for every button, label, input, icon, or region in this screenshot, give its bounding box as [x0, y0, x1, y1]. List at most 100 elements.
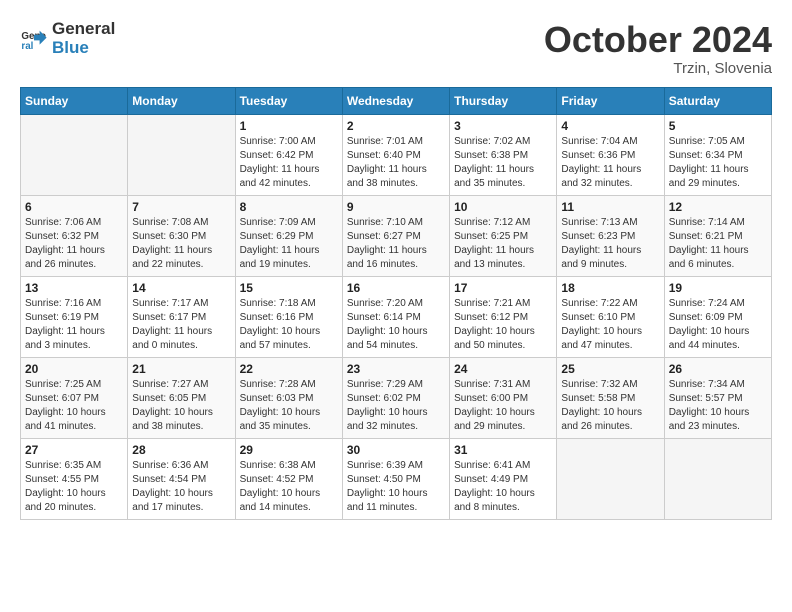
- logo-blue: Blue: [52, 39, 115, 58]
- cell-day-number: 12: [669, 200, 767, 214]
- logo-general: General: [52, 20, 115, 39]
- cell-day-number: 17: [454, 281, 552, 295]
- calendar-week-row: 6 Sunrise: 7:06 AM Sunset: 6:32 PM Daylig…: [21, 195, 772, 276]
- calendar-day-header: Tuesday: [235, 87, 342, 114]
- cell-info-text: Sunrise: 7:08 AM Sunset: 6:30 PM Dayligh…: [132, 216, 230, 272]
- calendar-cell: 21Sunrise: 7:27 AM Sunset: 6:05 PM Dayli…: [128, 357, 235, 438]
- cell-info-text: Sunrise: 7:17 AM Sunset: 6:17 PM Dayligh…: [132, 297, 230, 353]
- cell-info-text: Sunrise: 7:06 AM Sunset: 6:32 PM Dayligh…: [25, 216, 123, 272]
- cell-day-number: 9: [347, 200, 445, 214]
- cell-day-number: 18: [561, 281, 659, 295]
- cell-day-number: 29: [240, 443, 338, 457]
- calendar-cell: 4 Sunrise: 7:04 AM Sunset: 6:36 PM Daylig…: [557, 114, 664, 195]
- calendar-cell: [557, 438, 664, 519]
- cell-info-text: Sunrise: 7:12 AM Sunset: 6:25 PM Dayligh…: [454, 216, 552, 272]
- cell-info-text: Sunrise: 7:32 AM Sunset: 5:58 PM Dayligh…: [561, 378, 659, 434]
- calendar-day-header: Saturday: [664, 87, 771, 114]
- logo: Gene ral General Blue: [20, 20, 115, 57]
- calendar-cell: 26 Sunrise: 7:34 AM Sunset: 5:57 PM Dayli…: [664, 357, 771, 438]
- cell-info-text: Sunrise: 6:36 AM Sunset: 4:54 PM Dayligh…: [132, 459, 230, 515]
- cell-info-text: Sunrise: 7:16 AM Sunset: 6:19 PM Dayligh…: [25, 297, 123, 353]
- cell-info-text: Sunrise: 7:29 AM Sunset: 6:02 PM Dayligh…: [347, 378, 445, 434]
- calendar-cell: 22 Sunrise: 7:28 AM Sunset: 6:03 PM Dayli…: [235, 357, 342, 438]
- cell-day-number: 8: [240, 200, 338, 214]
- cell-day-number: 15: [240, 281, 338, 295]
- calendar-cell: 28 Sunrise: 6:36 AM Sunset: 4:54 PM Dayli…: [128, 438, 235, 519]
- calendar-cell: 19Sunrise: 7:24 AM Sunset: 6:09 PM Dayli…: [664, 276, 771, 357]
- calendar-cell: 15 Sunrise: 7:18 AM Sunset: 6:16 PM Dayli…: [235, 276, 342, 357]
- calendar-week-row: 1 Sunrise: 7:00 AM Sunset: 6:42 PM Daylig…: [21, 114, 772, 195]
- svg-text:ral: ral: [21, 40, 33, 51]
- cell-day-number: 24: [454, 362, 552, 376]
- calendar-cell: 3Sunrise: 7:02 AM Sunset: 6:38 PM Daylig…: [450, 114, 557, 195]
- cell-info-text: Sunrise: 7:28 AM Sunset: 6:03 PM Dayligh…: [240, 378, 338, 434]
- calendar-day-header: Wednesday: [342, 87, 449, 114]
- calendar-cell: 31 Sunrise: 6:41 AM Sunset: 4:49 PM Dayli…: [450, 438, 557, 519]
- cell-info-text: Sunrise: 7:14 AM Sunset: 6:21 PM Dayligh…: [669, 216, 767, 272]
- cell-day-number: 26: [669, 362, 767, 376]
- calendar-cell: 8 Sunrise: 7:09 AM Sunset: 6:29 PM Daylig…: [235, 195, 342, 276]
- cell-info-text: Sunrise: 7:21 AM Sunset: 6:12 PM Dayligh…: [454, 297, 552, 353]
- cell-info-text: Sunrise: 7:02 AM Sunset: 6:38 PM Dayligh…: [454, 135, 552, 191]
- calendar-cell: 29Sunrise: 6:38 AM Sunset: 4:52 PM Dayli…: [235, 438, 342, 519]
- cell-info-text: Sunrise: 6:41 AM Sunset: 4:49 PM Dayligh…: [454, 459, 552, 515]
- cell-day-number: 22: [240, 362, 338, 376]
- calendar-cell: 30 Sunrise: 6:39 AM Sunset: 4:50 PM Dayli…: [342, 438, 449, 519]
- cell-day-number: 25: [561, 362, 659, 376]
- cell-day-number: 4: [561, 119, 659, 133]
- calendar-day-header: Monday: [128, 87, 235, 114]
- calendar-cell: 9Sunrise: 7:10 AM Sunset: 6:27 PM Daylig…: [342, 195, 449, 276]
- calendar-week-row: 20 Sunrise: 7:25 AM Sunset: 6:07 PM Dayli…: [21, 357, 772, 438]
- calendar-cell: 10Sunrise: 7:12 AM Sunset: 6:25 PM Dayli…: [450, 195, 557, 276]
- cell-info-text: Sunrise: 7:20 AM Sunset: 6:14 PM Dayligh…: [347, 297, 445, 353]
- cell-day-number: 23: [347, 362, 445, 376]
- calendar-cell: 20 Sunrise: 7:25 AM Sunset: 6:07 PM Dayli…: [21, 357, 128, 438]
- page-header: Gene ral General Blue October 2024 Trzin…: [20, 20, 772, 77]
- cell-day-number: 16: [347, 281, 445, 295]
- cell-day-number: 31: [454, 443, 552, 457]
- cell-info-text: Sunrise: 7:04 AM Sunset: 6:36 PM Dayligh…: [561, 135, 659, 191]
- calendar-cell: 24 Sunrise: 7:31 AM Sunset: 6:00 PM Dayli…: [450, 357, 557, 438]
- cell-info-text: Sunrise: 7:09 AM Sunset: 6:29 PM Dayligh…: [240, 216, 338, 272]
- cell-day-number: 13: [25, 281, 123, 295]
- calendar-day-header: Sunday: [21, 87, 128, 114]
- calendar-cell: 27Sunrise: 6:35 AM Sunset: 4:55 PM Dayli…: [21, 438, 128, 519]
- calendar-cell: [664, 438, 771, 519]
- calendar-cell: 25 Sunrise: 7:32 AM Sunset: 5:58 PM Dayli…: [557, 357, 664, 438]
- cell-day-number: 20: [25, 362, 123, 376]
- cell-day-number: 21: [132, 362, 230, 376]
- location-subtitle: Trzin, Slovenia: [544, 60, 772, 77]
- calendar-cell: 2 Sunrise: 7:01 AM Sunset: 6:40 PM Daylig…: [342, 114, 449, 195]
- cell-info-text: Sunrise: 7:05 AM Sunset: 6:34 PM Dayligh…: [669, 135, 767, 191]
- cell-info-text: Sunrise: 7:00 AM Sunset: 6:42 PM Dayligh…: [240, 135, 338, 191]
- cell-info-text: Sunrise: 6:39 AM Sunset: 4:50 PM Dayligh…: [347, 459, 445, 515]
- cell-day-number: 6: [25, 200, 123, 214]
- calendar-cell: 18 Sunrise: 7:22 AM Sunset: 6:10 PM Dayli…: [557, 276, 664, 357]
- calendar-cell: 13 Sunrise: 7:16 AM Sunset: 6:19 PM Dayli…: [21, 276, 128, 357]
- cell-info-text: Sunrise: 7:18 AM Sunset: 6:16 PM Dayligh…: [240, 297, 338, 353]
- title-block: October 2024 Trzin, Slovenia: [544, 20, 772, 77]
- calendar-cell: 17 Sunrise: 7:21 AM Sunset: 6:12 PM Dayli…: [450, 276, 557, 357]
- cell-day-number: 28: [132, 443, 230, 457]
- calendar-cell: 12 Sunrise: 7:14 AM Sunset: 6:21 PM Dayli…: [664, 195, 771, 276]
- calendar-week-row: 13 Sunrise: 7:16 AM Sunset: 6:19 PM Dayli…: [21, 276, 772, 357]
- cell-info-text: Sunrise: 7:22 AM Sunset: 6:10 PM Dayligh…: [561, 297, 659, 353]
- cell-day-number: 27: [25, 443, 123, 457]
- cell-info-text: Sunrise: 7:34 AM Sunset: 5:57 PM Dayligh…: [669, 378, 767, 434]
- calendar-header-row: SundayMondayTuesdayWednesdayThursdayFrid…: [21, 87, 772, 114]
- calendar-cell: [128, 114, 235, 195]
- calendar-cell: 14Sunrise: 7:17 AM Sunset: 6:17 PM Dayli…: [128, 276, 235, 357]
- cell-day-number: 7: [132, 200, 230, 214]
- calendar-cell: 23 Sunrise: 7:29 AM Sunset: 6:02 PM Dayli…: [342, 357, 449, 438]
- cell-day-number: 2: [347, 119, 445, 133]
- calendar-day-header: Friday: [557, 87, 664, 114]
- cell-info-text: Sunrise: 7:01 AM Sunset: 6:40 PM Dayligh…: [347, 135, 445, 191]
- calendar-cell: 6 Sunrise: 7:06 AM Sunset: 6:32 PM Daylig…: [21, 195, 128, 276]
- cell-day-number: 1: [240, 119, 338, 133]
- cell-info-text: Sunrise: 7:31 AM Sunset: 6:00 PM Dayligh…: [454, 378, 552, 434]
- cell-info-text: Sunrise: 7:25 AM Sunset: 6:07 PM Dayligh…: [25, 378, 123, 434]
- cell-day-number: 30: [347, 443, 445, 457]
- cell-info-text: Sunrise: 7:13 AM Sunset: 6:23 PM Dayligh…: [561, 216, 659, 272]
- calendar-cell: 7 Sunrise: 7:08 AM Sunset: 6:30 PM Daylig…: [128, 195, 235, 276]
- calendar-day-header: Thursday: [450, 87, 557, 114]
